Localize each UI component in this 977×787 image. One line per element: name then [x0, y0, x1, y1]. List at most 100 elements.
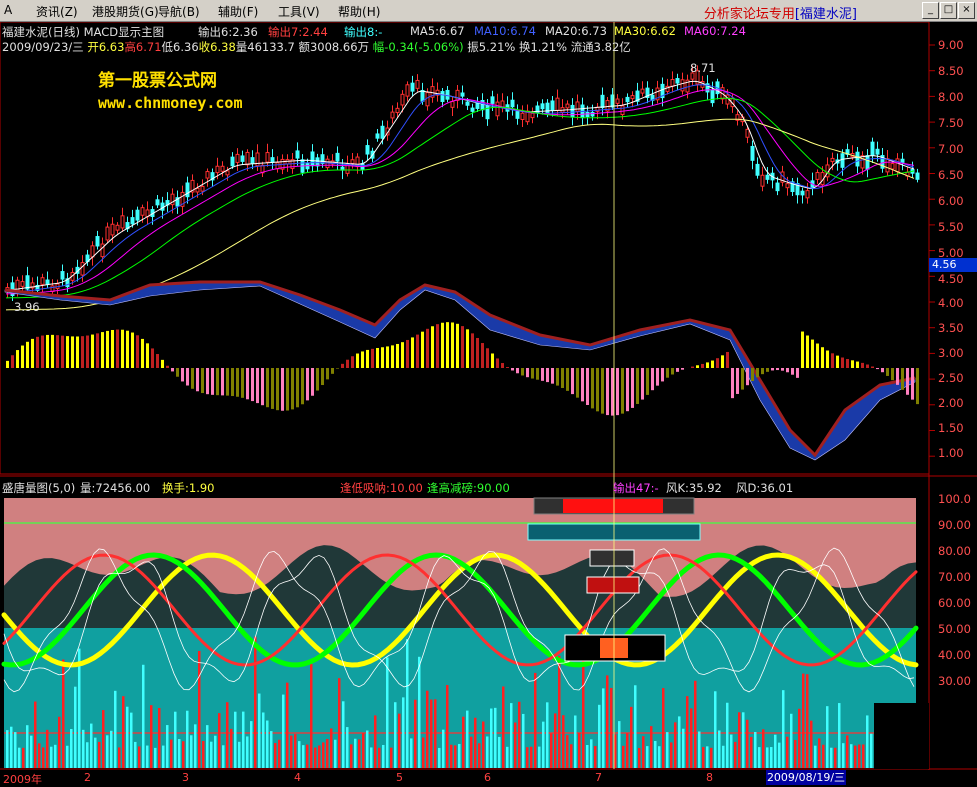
system-menu-icon[interactable]: A: [4, 3, 12, 17]
volume-bar: [174, 712, 177, 768]
volume-bar: [262, 712, 265, 768]
macd-histogram-bar: [251, 368, 254, 401]
volume-bar: [418, 657, 421, 768]
lower-axis-label: 100.0: [938, 492, 971, 506]
volume-bar: [722, 746, 725, 768]
macd-histogram-bar: [536, 368, 539, 380]
menu-bar: A 资讯(Z) 港股期货(G) 导航(B) 辅助(F) 工具(V) 帮助(H) …: [0, 0, 977, 22]
candlestick: [541, 104, 544, 109]
indicator-name[interactable]: MACD显示主图: [84, 25, 164, 39]
candlestick: [711, 90, 714, 102]
macd-histogram-bar: [901, 368, 904, 390]
wind-d-label: 风D:36.01: [736, 480, 793, 496]
macd-histogram-bar: [311, 368, 314, 396]
volume-bar: [414, 700, 417, 768]
candlestick: [461, 93, 464, 96]
price-axis-label: 8.00: [938, 90, 964, 104]
volume-bar: [490, 709, 493, 768]
menu-tools[interactable]: 工具(V): [278, 3, 320, 20]
price-axis-label: 8.50: [938, 64, 964, 78]
candlestick: [396, 108, 399, 112]
out7-label: 输出7:2.44: [268, 24, 328, 40]
menu-navigation[interactable]: 导航(B): [158, 3, 200, 20]
macd-histogram-bar: [286, 368, 289, 411]
stock-chart[interactable]: [0, 22, 977, 786]
menu-assist[interactable]: 辅助(F): [218, 3, 258, 20]
volume-bar: [378, 748, 381, 768]
macd-histogram-bar: [271, 368, 274, 409]
candlestick: [231, 157, 234, 166]
macd-histogram-bar: [91, 335, 94, 368]
menu-hk-futures[interactable]: 港股期货(G): [92, 3, 159, 20]
macd-histogram-bar: [866, 364, 869, 368]
volume-bar: [698, 731, 701, 768]
volume-bar: [598, 705, 601, 768]
volume-bar: [602, 688, 605, 768]
macd-histogram-bar: [481, 343, 484, 368]
candlestick: [221, 166, 224, 171]
candlestick: [311, 152, 314, 166]
float-cap-label: 流通3.82亿: [571, 40, 631, 54]
volume-bar: [342, 701, 345, 768]
maximize-icon[interactable]: □: [940, 2, 957, 19]
macd-histogram-bar: [831, 353, 834, 368]
menu-help[interactable]: 帮助(H): [338, 3, 380, 20]
macd-histogram-bar: [651, 368, 654, 390]
ma60-label: MA60:7.24: [684, 24, 746, 38]
volume-bar: [142, 665, 145, 768]
macd-histogram-bar: [776, 368, 779, 370]
volume-bar: [558, 656, 561, 768]
volume-bar: [282, 695, 285, 768]
date-axis-label: 2009年: [3, 771, 42, 787]
lower-axis-label: 60.00: [938, 596, 971, 610]
volume-bar: [502, 686, 505, 768]
volume-bar: [514, 722, 517, 768]
candlestick: [801, 191, 804, 195]
macd-histogram-bar: [711, 361, 714, 368]
macd-histogram-bar: [376, 348, 379, 368]
corner-mask: [874, 703, 929, 769]
candlestick: [251, 158, 254, 164]
ma5-label: MA5:6.67: [410, 24, 465, 38]
macd-histogram-bar: [301, 368, 304, 404]
menu-news[interactable]: 资讯(Z): [36, 3, 78, 20]
candlestick: [421, 90, 424, 101]
volume-bar: [702, 747, 705, 768]
volume-bar: [710, 748, 713, 768]
candlestick: [201, 186, 204, 191]
macd-histogram-bar: [716, 358, 719, 368]
macd-histogram-bar: [406, 340, 409, 368]
volume-bar: [818, 738, 821, 768]
date-axis-label: 8: [706, 771, 713, 784]
high-reduce-label: 逢高减磅:90.00: [427, 480, 510, 496]
volume-bar: [866, 715, 869, 768]
lower-volume-label: 量:72456.00: [80, 480, 150, 496]
candlestick: [676, 79, 679, 84]
volume-bar: [706, 746, 709, 768]
volume-bar: [870, 734, 873, 768]
macd-histogram-bar: [586, 368, 589, 405]
lower-panel-name[interactable]: 盛唐量图(5,0): [2, 480, 75, 496]
low-label: 低6.36: [162, 40, 199, 54]
candlestick: [626, 97, 629, 101]
volume-bar: [450, 745, 453, 768]
macd-histogram-bar: [511, 368, 514, 370]
candlestick: [576, 102, 579, 111]
candlestick: [621, 106, 624, 115]
price-axis-label: 2.00: [938, 396, 964, 410]
volume-bar: [310, 664, 313, 768]
volume-bar: [638, 748, 641, 768]
header-row-2: 2009/09/23/三 开6.63高6.71低6.36收6.38量46133.…: [2, 39, 631, 55]
volume-bar: [294, 734, 297, 768]
volume-bar: [366, 730, 369, 768]
macd-histogram-bar: [411, 337, 414, 368]
close-icon[interactable]: ×: [958, 2, 975, 19]
macd-histogram-bar: [726, 352, 729, 368]
minimize-icon[interactable]: _: [922, 2, 939, 19]
candlestick: [766, 175, 769, 179]
volume-bar: [102, 710, 105, 768]
volume-bar: [322, 742, 325, 768]
volume-bar: [238, 742, 241, 768]
volume-bar: [374, 715, 377, 768]
volume-bar: [774, 735, 777, 768]
